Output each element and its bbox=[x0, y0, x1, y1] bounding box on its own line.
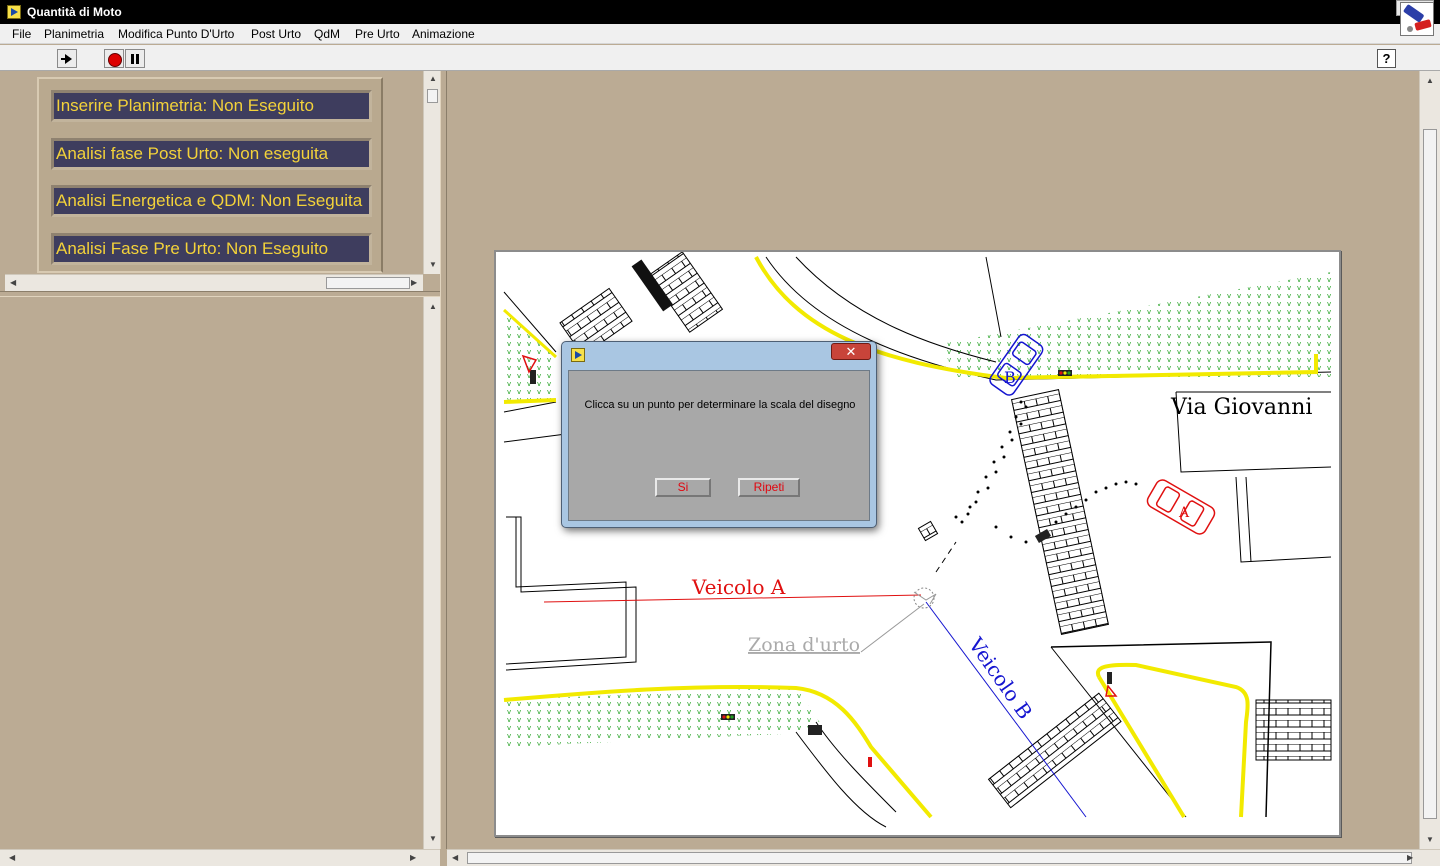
scroll-down-arrow-icon[interactable]: ▼ bbox=[429, 834, 437, 843]
labview-dialog-icon bbox=[571, 348, 585, 362]
scroll-left-arrow-icon[interactable]: ◀ bbox=[452, 853, 458, 862]
abort-icon[interactable] bbox=[104, 49, 124, 68]
vertical-splitter[interactable] bbox=[440, 71, 447, 849]
scroll-thumb[interactable] bbox=[467, 852, 1412, 864]
status-planimetria: Inserire Planimetria: Non Eseguito bbox=[51, 90, 372, 122]
menu-file[interactable]: File bbox=[12, 27, 31, 41]
vehicle-b-tag: B bbox=[1004, 368, 1016, 387]
labview-app-icon bbox=[7, 5, 21, 19]
status-frame: Inserire Planimetria: Non Eseguito Anali… bbox=[37, 77, 383, 273]
status-pane: Inserire Planimetria: Non Eseguito Anali… bbox=[0, 71, 440, 293]
vi-icon bbox=[1400, 2, 1434, 36]
scale-dialog: ✕ Clicca su un punto per determinare la … bbox=[561, 341, 877, 528]
status-pane-horizontal-scrollbar[interactable]: ◀ ▶ bbox=[5, 274, 423, 291]
menu-pre-urto[interactable]: Pre Urto bbox=[355, 27, 400, 41]
status-pre-urto: Analisi Fase Pre Urto: Non Eseguito bbox=[51, 233, 372, 265]
run-continuously-icon[interactable] bbox=[57, 49, 77, 68]
status-post-urto: Analisi fase Post Urto: Non eseguita bbox=[51, 138, 372, 170]
scroll-thumb[interactable] bbox=[1423, 129, 1437, 819]
scroll-up-arrow-icon[interactable]: ▲ bbox=[429, 74, 437, 83]
scroll-thumb[interactable] bbox=[427, 89, 438, 103]
yes-button[interactable]: Si bbox=[655, 478, 711, 497]
scroll-down-arrow-icon[interactable]: ▼ bbox=[1426, 835, 1434, 844]
lower-pane-horizontal-scrollbar[interactable]: ◀ ▶ bbox=[0, 849, 440, 866]
status-energetica-qdm: Analisi Energetica e QDM: Non Eseguita bbox=[51, 185, 372, 217]
lower-pane-vertical-scrollbar[interactable]: ▲ ▼ bbox=[423, 297, 440, 849]
menu-modifica-punto-urto[interactable]: Modifica Punto D'Urto bbox=[118, 27, 234, 41]
menu-bar: File Planimetria Modifica Punto D'Urto P… bbox=[0, 24, 1440, 44]
impact-zone-label: Zona d'urto bbox=[748, 634, 860, 656]
menu-qdm[interactable]: QdM bbox=[314, 27, 340, 41]
menu-planimetria[interactable]: Planimetria bbox=[44, 27, 104, 41]
scroll-up-arrow-icon[interactable]: ▲ bbox=[429, 302, 437, 311]
scroll-right-arrow-icon[interactable]: ▶ bbox=[410, 853, 416, 862]
dialog-body: Clicca su un punto per determinare la sc… bbox=[568, 370, 870, 521]
planimetry-drawing[interactable]: v bbox=[494, 250, 1341, 837]
status-pane-vertical-scrollbar[interactable]: ▲ ▼ bbox=[423, 71, 440, 274]
toolbar: ? bbox=[0, 45, 1440, 71]
scroll-right-arrow-icon[interactable]: ▶ bbox=[411, 278, 417, 287]
dialog-close-button[interactable]: ✕ bbox=[831, 343, 871, 360]
main-pane-horizontal-scrollbar[interactable]: ◀ ▶ bbox=[447, 849, 1440, 866]
vehicle-b-label: Veicolo B bbox=[963, 632, 1037, 723]
menu-post-urto[interactable]: Post Urto bbox=[251, 27, 301, 41]
scroll-down-arrow-icon[interactable]: ▼ bbox=[429, 260, 437, 269]
vehicle-a-tag: A bbox=[1178, 505, 1190, 521]
menu-animazione[interactable]: Animazione bbox=[412, 27, 475, 41]
scroll-right-arrow-icon[interactable]: ▶ bbox=[1407, 853, 1413, 862]
dialog-message: Clicca su un punto per determinare la sc… bbox=[584, 399, 856, 411]
horizontal-splitter[interactable] bbox=[0, 291, 440, 297]
street-label: Via Giovanni bbox=[1170, 395, 1312, 420]
scroll-left-arrow-icon[interactable]: ◀ bbox=[10, 278, 16, 287]
scroll-thumb[interactable] bbox=[326, 277, 410, 289]
window-title: Quantità di Moto bbox=[27, 5, 122, 19]
title-bar: Quantità di Moto ✕ bbox=[0, 0, 1440, 24]
vehicle-a-label: Veicolo A bbox=[691, 575, 786, 599]
help-button[interactable]: ? bbox=[1377, 49, 1396, 68]
scroll-up-arrow-icon[interactable]: ▲ bbox=[1426, 76, 1434, 85]
scroll-left-arrow-icon[interactable]: ◀ bbox=[9, 853, 15, 862]
pause-icon[interactable] bbox=[125, 49, 145, 68]
main-pane-vertical-scrollbar[interactable]: ▲ ▼ bbox=[1419, 71, 1440, 849]
retry-button[interactable]: Ripeti bbox=[738, 478, 800, 497]
